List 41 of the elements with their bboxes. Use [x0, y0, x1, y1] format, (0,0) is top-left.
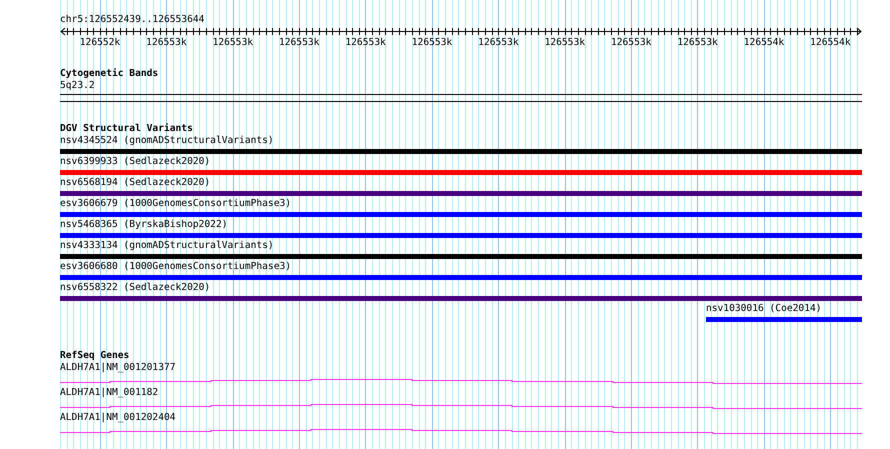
variant-label[interactable]: nsv4333134 (gnomADStructuralVariants) — [60, 240, 274, 252]
transcript-line[interactable] — [60, 404, 862, 409]
band-label: 5q23.2 — [60, 80, 95, 92]
variant-label[interactable]: esv3606679 (1000GenomesConsortiumPhase3) — [60, 198, 292, 210]
variant-bar[interactable] — [60, 254, 862, 259]
transcript-label[interactable]: ALDH7A1|NM_001182 — [60, 387, 158, 399]
variant-label[interactable]: nsv1030016 (Coe2014) — [706, 303, 862, 315]
tick-label: 126552k — [80, 37, 120, 48]
tick-label: 126553k — [146, 37, 187, 48]
variant-bar[interactable] — [60, 191, 862, 196]
tick-label: 126553k — [412, 37, 452, 48]
transcript-label[interactable]: ALDH7A1|NM_001201377 — [60, 362, 176, 374]
variant-label[interactable]: nsv6568194 (Sedlazeck2020) — [60, 177, 210, 189]
track-title: RefSeq Genes — [60, 350, 130, 362]
variant-bar[interactable] — [60, 275, 862, 280]
tick-label: 126553k — [544, 37, 586, 48]
location-label: chr5:126552439..126553644 — [60, 14, 206, 26]
variant-bar[interactable] — [60, 212, 862, 217]
variant-bar[interactable] — [60, 149, 862, 154]
tick-label: 126553k — [610, 37, 652, 48]
variant-label[interactable]: nsv5468365 (ByrskaBishop2022) — [60, 219, 228, 231]
variant-bar[interactable] — [60, 170, 862, 175]
transcript-label[interactable]: ALDH7A1|NM_001202404 — [60, 412, 176, 424]
variant-bar[interactable] — [60, 233, 862, 238]
transcript-line[interactable] — [60, 379, 862, 384]
transcript-line[interactable] — [60, 429, 862, 434]
track-title: Cytogenetic Bands — [60, 68, 158, 80]
variant-label[interactable]: nsv6558322 (Sedlazeck2020) — [60, 282, 210, 294]
variant-label[interactable]: nsv4345524 (gnomADStructuralVariants) — [60, 135, 274, 147]
tick-label: 126553k — [345, 37, 386, 48]
variant-label[interactable]: nsv6399933 (Sedlazeck2020) — [60, 156, 210, 168]
variant-bar[interactable] — [706, 317, 862, 322]
tick-label: 126553k — [677, 37, 718, 48]
tick-label: 126553k — [478, 37, 519, 48]
track-title: DGV Structural Variants — [60, 123, 193, 135]
variant-bar[interactable] — [60, 296, 862, 301]
tick-label: 126553k — [278, 37, 320, 48]
tick-label: 126554k — [810, 37, 851, 48]
tick-label: 126554k — [744, 37, 784, 48]
variant-label[interactable]: esv3606680 (1000GenomesConsortiumPhase3) — [60, 261, 292, 273]
tick-label: 126553k — [212, 37, 254, 48]
